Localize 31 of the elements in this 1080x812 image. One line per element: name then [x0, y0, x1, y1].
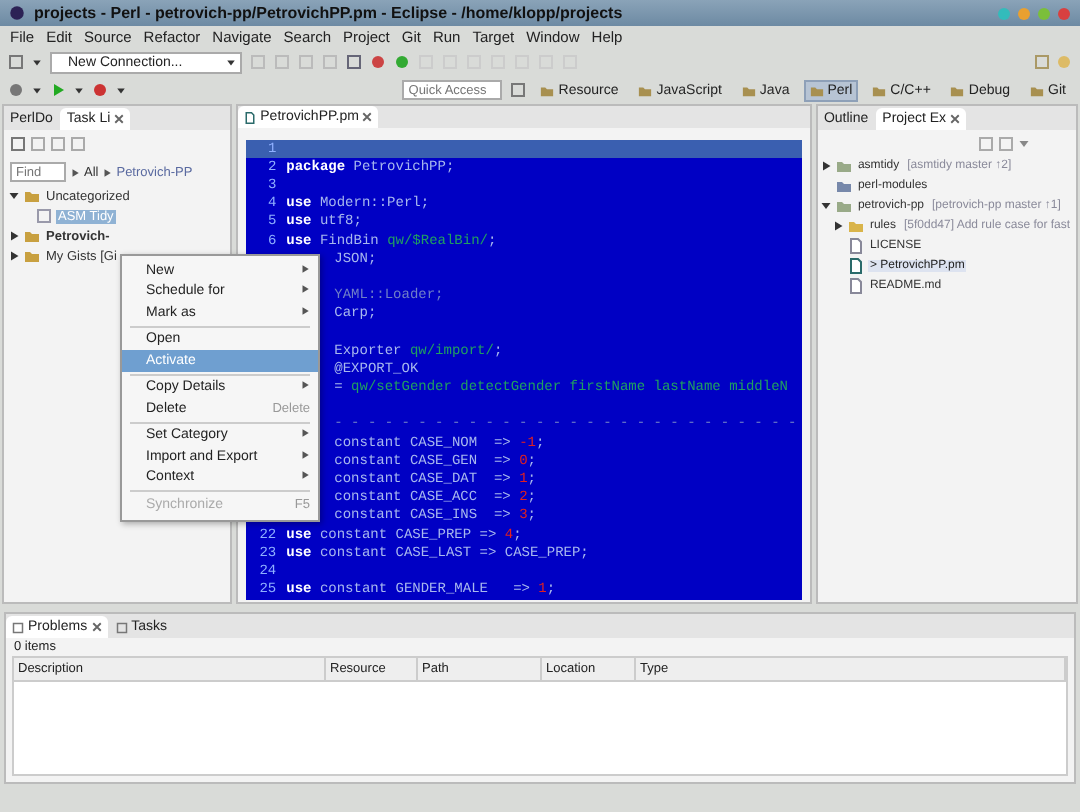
- breadcrumb-arrow-icon: [70, 167, 80, 177]
- module-icon: [835, 178, 852, 194]
- close-icon: [114, 114, 125, 124]
- dropdown-icon: [74, 85, 84, 95]
- dropdown-icon: [226, 57, 236, 67]
- minimize-icon: [1016, 5, 1032, 21]
- app-icon: [8, 4, 26, 22]
- expanded-arrow-icon: [8, 190, 20, 202]
- close-icon: [362, 112, 373, 122]
- submenu-arrow-icon: [300, 380, 310, 391]
- view-menu-icon: [1017, 137, 1030, 149]
- dropdown-icon: [116, 85, 126, 95]
- breadcrumb-arrow-icon: [102, 167, 113, 177]
- close-icon: [1056, 5, 1072, 21]
- perl-file-icon: [244, 111, 257, 123]
- file-icon: [847, 278, 864, 294]
- file-icon: [847, 238, 864, 254]
- collapsed-arrow-icon: [819, 160, 832, 172]
- folder-icon: [847, 218, 864, 234]
- maximize-icon: [1036, 5, 1052, 21]
- play-icon: [50, 82, 66, 98]
- expanded-arrow-icon: [819, 200, 832, 212]
- project-folder-icon: [835, 198, 852, 214]
- close-icon: [950, 114, 961, 124]
- close-icon: [91, 622, 102, 632]
- collapsed-arrow-icon: [831, 220, 844, 232]
- dropdown-icon: [32, 85, 42, 95]
- window-title: projects - Perl - petrovich-pp/PetrovichPP.pm - Eclipse - /home/klopp/projects: [34, 4, 623, 22]
- project-folder-icon: [835, 158, 852, 174]
- dropdown-icon: [32, 57, 42, 67]
- perl-file-icon: [847, 258, 864, 274]
